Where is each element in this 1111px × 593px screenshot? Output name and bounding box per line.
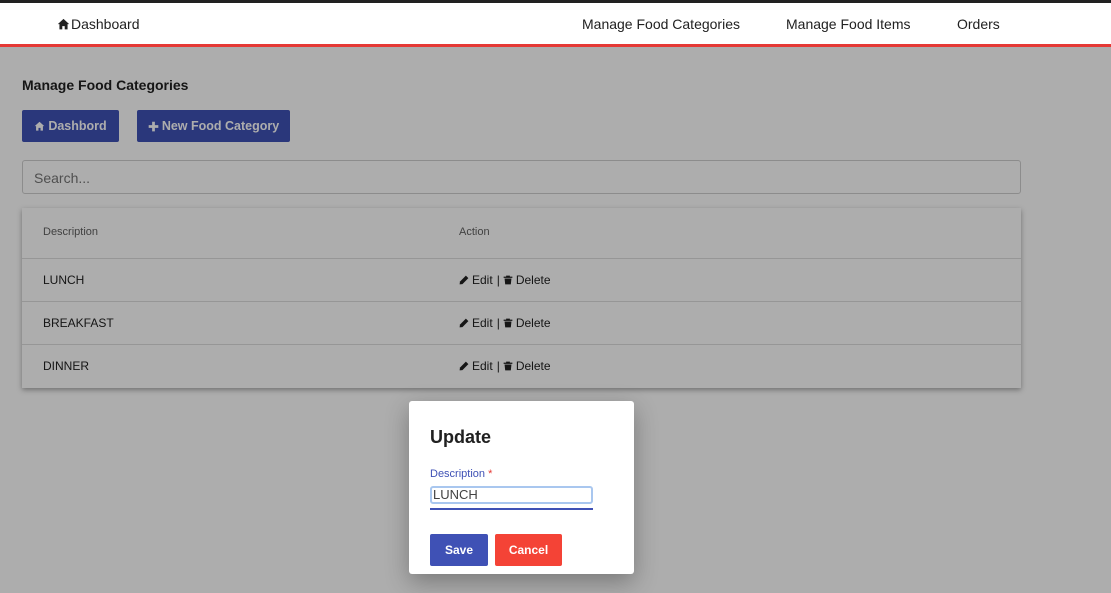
home-icon: [57, 18, 70, 29]
input-underline: [430, 508, 593, 510]
nav-manage-food-items[interactable]: Manage Food Items: [786, 16, 911, 32]
update-dialog: Update Description * LUNCH Save Cancel: [409, 401, 634, 574]
description-label-text: Description: [430, 468, 486, 480]
required-marker: *: [488, 468, 493, 480]
description-input[interactable]: LUNCH: [430, 486, 593, 504]
dialog-title: Update: [430, 427, 492, 447]
nav-orders[interactable]: Orders: [957, 16, 1000, 32]
nav-manage-food-categories[interactable]: Manage Food Categories: [582, 16, 740, 32]
top-navbar: Dashboard Manage Food Categories Manage …: [0, 0, 1111, 47]
description-label: Description *: [430, 468, 492, 480]
brand-label: Dashboard: [71, 16, 140, 32]
cancel-button[interactable]: Cancel: [495, 534, 562, 566]
brand-link[interactable]: Dashboard: [57, 16, 140, 32]
save-button[interactable]: Save: [430, 534, 488, 566]
